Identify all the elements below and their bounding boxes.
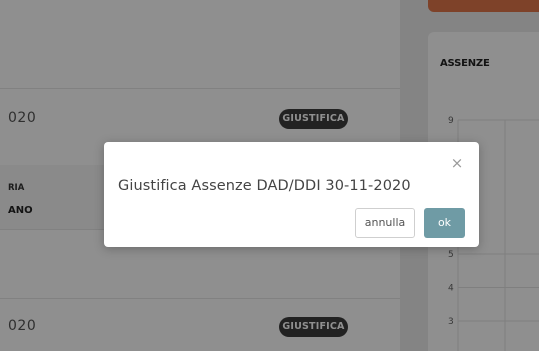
dialog-message: Giustifica Assenze DAD/DDI 30-11-2020 <box>118 178 411 194</box>
justify-dialog: × Giustifica Assenze DAD/DDI 30-11-2020 … <box>104 142 479 247</box>
ok-button[interactable]: ok <box>424 208 465 238</box>
cancel-button[interactable]: annulla <box>355 208 415 238</box>
close-icon[interactable]: × <box>449 155 465 171</box>
